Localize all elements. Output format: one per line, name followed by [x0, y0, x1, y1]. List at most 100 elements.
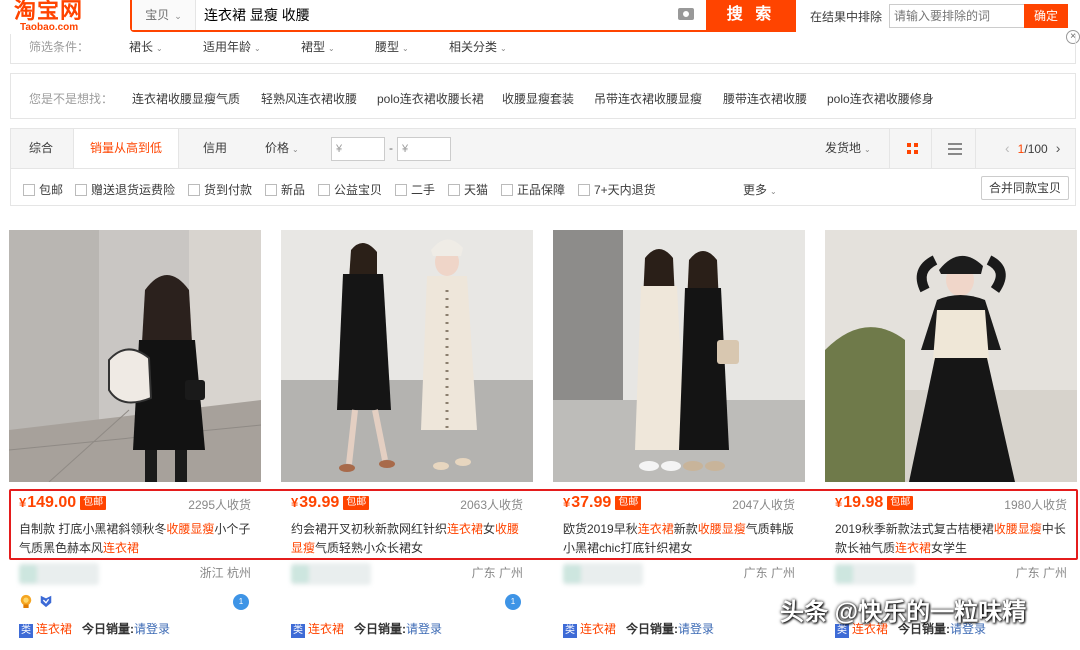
ship-from-select[interactable]: 发货地 ⌄	[825, 129, 871, 169]
product-title[interactable]: 约会裙开叉初秋新款网红针织连衣裙女收腰显瘦气质轻熟小众长裙女	[291, 520, 527, 558]
suggestion-link[interactable]: 腰带连衣裙收腰	[723, 90, 807, 107]
title-text: 欧货2019早秋	[563, 522, 638, 536]
search-input[interactable]	[204, 0, 674, 30]
shop-name-blurred[interactable]	[291, 563, 371, 585]
price-min-input[interactable]: ¥	[331, 137, 385, 161]
checkbox-charity[interactable]: 公益宝贝	[318, 181, 382, 198]
shield-icon[interactable]	[39, 594, 53, 608]
title-highlight: 连衣裙	[103, 541, 140, 555]
product-sales: 2063人收货	[460, 498, 523, 512]
product-title[interactable]: 自制款 打底小黑裙斜领秋冬收腰显瘦小个子气质黑色赫本风连衣裙	[19, 520, 255, 558]
suggestion-link[interactable]: polo连衣裙收腰修身	[827, 90, 934, 107]
chevron-down-icon: ⌄	[770, 187, 777, 196]
shop-name-blurred[interactable]	[19, 563, 99, 585]
more-filters[interactable]: 更多 ⌄	[743, 181, 777, 198]
filter-age[interactable]: 适用年龄 ⌄	[203, 38, 261, 55]
suggestion-link[interactable]: polo连衣裙收腰长裙	[377, 90, 484, 107]
checkbox-icon	[578, 184, 590, 196]
suggestion-link[interactable]: 连衣裙收腰显瘦气质	[132, 90, 240, 107]
product-title[interactable]: 欧货2019早秋连衣裙新款收腰显瘦气质韩版小黑裙chic打底针织裙女	[563, 520, 799, 558]
product-footer: 类连衣裙 今日销量:请登录	[291, 620, 442, 638]
search-category-select[interactable]: 宝贝 ⌄	[132, 0, 196, 30]
chevron-down-icon: ⌄	[174, 11, 182, 21]
product-location: 广东 广州	[471, 566, 523, 580]
taobao-logo[interactable]: 淘宝网 Taobao.com	[14, 0, 114, 34]
next-page-icon[interactable]: ›	[1056, 140, 1061, 156]
product-title[interactable]: 2019秋季新款法式复古桔梗裙收腰显瘦中长款长袖气质连衣裙女学生	[835, 520, 1071, 558]
title-text: 2019秋季新款法式复古桔梗裙	[835, 522, 994, 536]
exclude-confirm-button[interactable]: 确定	[1024, 4, 1068, 28]
filter-label-text: 腰型	[375, 40, 400, 54]
filter-row: 筛选条件： 裙长 ⌄ 适用年龄 ⌄ 裙型 ⌄ 腰型 ⌄ 相关分类 ⌄	[10, 34, 1076, 64]
price-dash: -	[389, 141, 393, 155]
product-image[interactable]	[281, 230, 533, 482]
search-bar: 宝贝 ⌄ 搜 索	[130, 0, 796, 32]
product-image[interactable]	[553, 230, 805, 482]
checkbox-icon	[395, 184, 407, 196]
checkbox-tmall[interactable]: 天猫	[448, 181, 488, 198]
sort-sales-desc[interactable]: 销量从高到低	[73, 129, 179, 170]
price-value: 149.00	[27, 494, 77, 511]
product-card[interactable]: ¥39.99 包邮 2063人收货 约会裙开叉初秋新款网红针织连衣裙女收腰显瘦气质…	[281, 230, 533, 650]
filter-skirt-type[interactable]: 裙型 ⌄	[301, 38, 335, 55]
search-button[interactable]: 搜 索	[706, 0, 796, 30]
title-highlight: 收腰显瘦	[993, 522, 1042, 536]
free-shipping-badge: 包邮	[615, 496, 642, 510]
title-highlight: 收腰显瘦	[697, 522, 746, 536]
chevron-down-icon: ⌄	[292, 145, 299, 154]
login-link[interactable]: 请登录	[406, 622, 442, 636]
shop-name-blurred[interactable]	[563, 563, 643, 585]
checkbox-new[interactable]: 新品	[265, 181, 305, 198]
list-view-icon[interactable]	[948, 143, 962, 155]
category-icon: 类	[291, 624, 305, 638]
filter-related-category[interactable]: 相关分类 ⌄	[449, 38, 507, 55]
camera-icon[interactable]	[678, 8, 694, 20]
title-text: 新款	[673, 522, 698, 536]
title-highlight: 收腰显瘦	[166, 522, 215, 536]
category-icon: 类	[19, 624, 33, 638]
product-image[interactable]	[825, 230, 1077, 482]
grid-view-icon[interactable]	[907, 143, 919, 155]
chevron-down-icon: ⌄	[156, 44, 163, 53]
sort-credit[interactable]: 信用	[203, 129, 227, 169]
login-link[interactable]: 请登录	[678, 622, 714, 636]
product-card[interactable]: ¥149.00 包邮 2295人收货 自制款 打底小黑裙斜领秋冬收腰显瘦小个子气质…	[9, 230, 261, 650]
checkbox-second-hand[interactable]: 二手	[395, 181, 435, 198]
category-link[interactable]: 连衣裙	[36, 622, 72, 636]
checkbox-return-insurance[interactable]: 赠送退货运费险	[75, 181, 175, 198]
wangwang-chat-icon[interactable]: 1	[233, 594, 249, 610]
suggestion-link[interactable]: 吊带连衣裙收腰显瘦	[594, 90, 702, 107]
chevron-down-icon: ⌄	[402, 44, 409, 53]
shop-name-blurred[interactable]	[835, 563, 915, 585]
filter-label-text: 裙型	[301, 40, 326, 54]
gold-seller-icon[interactable]	[19, 594, 33, 608]
suggestion-link[interactable]: 轻熟风连衣裙收腰	[261, 90, 357, 107]
checkbox-genuine[interactable]: 正品保障	[501, 181, 565, 198]
free-shipping-badge: 包邮	[80, 496, 107, 510]
sort-default[interactable]: 综合	[29, 129, 53, 169]
today-sales-label: 今日销量:	[354, 622, 407, 636]
price-max-input[interactable]: ¥	[397, 137, 451, 161]
checkbox-icon	[318, 184, 330, 196]
checkbox-label: 正品保障	[517, 183, 566, 197]
product-image[interactable]	[9, 230, 261, 482]
merge-same-items-button[interactable]: 合并同款宝贝	[981, 176, 1069, 200]
checkbox-cod[interactable]: 货到付款	[188, 181, 252, 198]
filter-skirt-length[interactable]: 裙长 ⌄	[129, 38, 163, 55]
category-link[interactable]: 连衣裙	[580, 622, 616, 636]
wangwang-chat-icon[interactable]: 1	[505, 594, 521, 610]
prev-page-icon[interactable]: ‹	[1005, 140, 1010, 156]
login-link[interactable]: 请登录	[134, 622, 170, 636]
sort-price[interactable]: 价格 ⌄	[265, 129, 299, 169]
product-card[interactable]: ¥37.99 包邮 2047人收货 欧货2019早秋连衣裙新款收腰显瘦气质韩版小黑…	[553, 230, 805, 650]
checkbox-7day-return[interactable]: 7+天内退货	[578, 181, 656, 198]
category-link[interactable]: 连衣裙	[308, 622, 344, 636]
product-card[interactable]: ¥19.98 包邮 1980人收货 2019秋季新款法式复古桔梗裙收腰显瘦中长款长…	[825, 230, 1077, 650]
pager-total: /100	[1024, 142, 1048, 156]
checkbox-free-shipping[interactable]: 包邮	[23, 181, 63, 198]
title-highlight: 连衣裙	[895, 541, 932, 555]
chevron-down-icon: ⌄	[864, 145, 871, 154]
exclude-input[interactable]	[889, 4, 1025, 28]
suggestion-link[interactable]: 收腰显瘦套装	[502, 90, 574, 107]
filter-waist-type[interactable]: 腰型 ⌄	[375, 38, 409, 55]
